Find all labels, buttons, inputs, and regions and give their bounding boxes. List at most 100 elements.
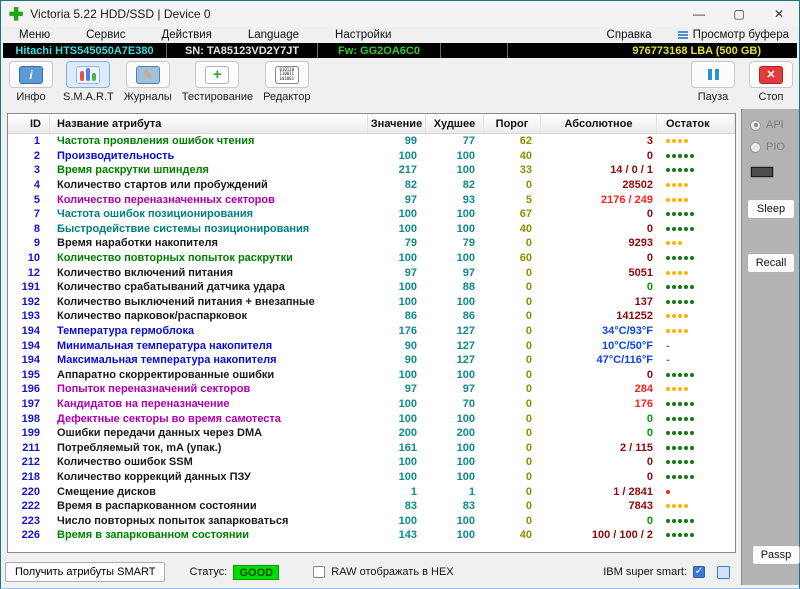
health-dot — [672, 329, 676, 333]
health-dot — [672, 300, 676, 304]
table-row[interactable]: 194Максимальная температура накопителя90… — [8, 353, 735, 368]
menu-right: Справка Просмотр буфера — [589, 29, 799, 41]
table-row[interactable]: 211Потребляемый ток, mA (упак.)16110002 … — [8, 440, 735, 455]
api-radio[interactable] — [750, 120, 761, 131]
health-dot — [690, 533, 694, 537]
attribute-id: 226 — [8, 529, 50, 541]
column-header-6[interactable]: Абсолютное — [541, 114, 657, 133]
threshold-cell: 0 — [484, 398, 541, 410]
table-row[interactable]: 8Быстродействие системы позиционирования… — [8, 222, 735, 237]
pio-radio-row[interactable]: PIO — [750, 141, 799, 153]
maximize-button[interactable]: ▢ — [719, 1, 759, 27]
table-row[interactable]: 192Количество выключений питания + внеза… — [8, 295, 735, 310]
health-dot — [666, 475, 670, 479]
menu-item-5[interactable]: Настройки — [317, 29, 409, 41]
table-row[interactable]: 7Частота ошибок позиционирования10010067… — [8, 207, 735, 222]
table-row[interactable]: 222Время в распаркованном состоянии83830… — [8, 499, 735, 514]
toolbar-button-info[interactable]: iИнфо — [9, 61, 53, 103]
column-header-7[interactable]: Остаток — [657, 114, 735, 133]
table-row[interactable]: 193Количество парковок/распарковок868601… — [8, 309, 735, 324]
table-row[interactable]: 220Смещение дисков1101 / 2841 — [8, 484, 735, 499]
table-row[interactable]: 198Дефектные секторы во время самотеста1… — [8, 411, 735, 426]
value-cell: 1 — [368, 486, 426, 498]
health-dot — [690, 373, 694, 377]
recall-button[interactable]: Recall — [747, 253, 795, 273]
menu-help[interactable]: Справка — [589, 29, 678, 41]
table-row[interactable]: 4Количество стартов или пробуждений82820… — [8, 178, 735, 193]
pio-label: PIO — [766, 141, 785, 153]
toolbar-button-smart[interactable]: S.M.A.R.T — [63, 61, 114, 103]
table-row[interactable]: 194Минимальная температура накопителя901… — [8, 338, 735, 353]
health-dot — [678, 460, 682, 464]
attribute-id: 199 — [8, 427, 50, 439]
attribute-id: 191 — [8, 281, 50, 293]
table-row[interactable]: 2Производительность100100400 — [8, 149, 735, 164]
pio-radio[interactable] — [750, 142, 761, 153]
health-dot — [666, 271, 670, 275]
table-row[interactable]: 194Температура гермоблока176127034°C/93°… — [8, 324, 735, 339]
column-header-4[interactable]: Худшее — [426, 114, 484, 133]
column-header-1[interactable]: ID — [8, 114, 50, 133]
get-smart-attributes-button[interactable]: Получить атрибуты SMART — [5, 562, 165, 582]
api-radio-row[interactable]: API — [750, 119, 799, 131]
table-row[interactable]: 195Аппаратно скорректированные ошибки100… — [8, 368, 735, 383]
health-dot — [672, 183, 676, 187]
stop-button[interactable]: ✕ Стоп — [749, 61, 793, 103]
value-cell: 143 — [368, 529, 426, 541]
table-row[interactable]: 5Количество переназначенных секторов9793… — [8, 192, 735, 207]
menu-item-3[interactable]: Действия — [143, 29, 229, 41]
table-row[interactable]: 223Число повторных попыток запарковаться… — [8, 513, 735, 528]
table-row[interactable]: 226Время в запаркованном состоянии143100… — [8, 528, 735, 543]
toolbar-buttons: iИнфоS.M.A.R.T✎Журналы+Тестирование01011… — [9, 61, 320, 103]
health-dots — [657, 373, 735, 377]
victoria-window: ✚ Victoria 5.22 HDD/SSD | Device 0 — ▢ ✕… — [0, 0, 800, 589]
table-row[interactable]: 9Время наработки накопителя797909293 — [8, 236, 735, 251]
minimize-button[interactable]: — — [679, 1, 719, 27]
pause-button[interactable]: Пауза — [691, 61, 735, 103]
toolbar-button-editor[interactable]: 010110 110011 101001Редактор — [263, 61, 310, 103]
threshold-cell: 0 — [484, 427, 541, 439]
table-row[interactable]: 196Попыток переназначений секторов979702… — [8, 382, 735, 397]
table-row[interactable]: 10Количество повторных попыток раскрутки… — [8, 251, 735, 266]
table-row[interactable]: 12Количество включений питания979705051 — [8, 265, 735, 280]
table-row[interactable]: 3Время раскрутки шпинделя2171003314 / 0 … — [8, 163, 735, 178]
toolbar-button-journals[interactable]: ✎Журналы — [124, 61, 172, 103]
column-header-2[interactable]: Название атрибута — [50, 114, 368, 133]
passp-button[interactable]: Passp — [752, 545, 800, 565]
raw-value-cell: 2176 / 249 — [541, 194, 657, 206]
raw-hex-checkbox[interactable] — [313, 566, 325, 578]
table-row[interactable]: 1Частота проявления ошибок чтения9977623 — [8, 134, 735, 149]
menu-item-1[interactable]: Меню — [1, 29, 68, 41]
ibm-super-smart-checkbox[interactable]: ✓ — [693, 566, 705, 578]
health-dots — [657, 183, 735, 187]
health-dot — [666, 183, 670, 187]
attribute-name: Ошибки передачи данных через DMA — [50, 427, 368, 439]
threshold-cell: 67 — [484, 208, 541, 220]
secondary-indicator-checkbox[interactable] — [717, 566, 730, 579]
menu-item-4[interactable]: Language — [230, 29, 317, 41]
worst-cell: 127 — [426, 354, 484, 366]
attribute-name: Смещение дисков — [50, 486, 368, 498]
worst-cell: 77 — [426, 135, 484, 147]
column-header-3[interactable]: Значение — [368, 114, 426, 133]
toolbar-button-label: Редактор — [263, 91, 310, 103]
worst-cell: 100 — [426, 208, 484, 220]
table-row[interactable]: 191Количество срабатываний датчика удара… — [8, 280, 735, 295]
toolbar-button-testing[interactable]: +Тестирование — [182, 61, 253, 103]
table-row[interactable]: 199Ошибки передачи данных через DMA20020… — [8, 426, 735, 441]
sleep-button[interactable]: Sleep — [747, 199, 795, 219]
value-cell: 100 — [368, 208, 426, 220]
buffer-view-button[interactable]: Просмотр буфера — [678, 29, 799, 41]
raw-value-cell: 0 — [541, 208, 657, 220]
menu-item-2[interactable]: Сервис — [68, 29, 143, 41]
threshold-cell: 0 — [484, 456, 541, 468]
column-header-5[interactable]: Порог — [484, 114, 541, 133]
table-row[interactable]: 218Количество коррекций данных ПЗУ100100… — [8, 470, 735, 485]
attribute-id: 194 — [8, 340, 50, 352]
close-button[interactable]: ✕ — [759, 1, 799, 27]
table-row[interactable]: 212Количество ошибок SSM10010000 — [8, 455, 735, 470]
attribute-id: 12 — [8, 267, 50, 279]
table-row[interactable]: 197Кандидатов на переназначение100700176 — [8, 397, 735, 412]
raw-value-cell: 0 — [541, 471, 657, 483]
health-dot — [678, 431, 682, 435]
